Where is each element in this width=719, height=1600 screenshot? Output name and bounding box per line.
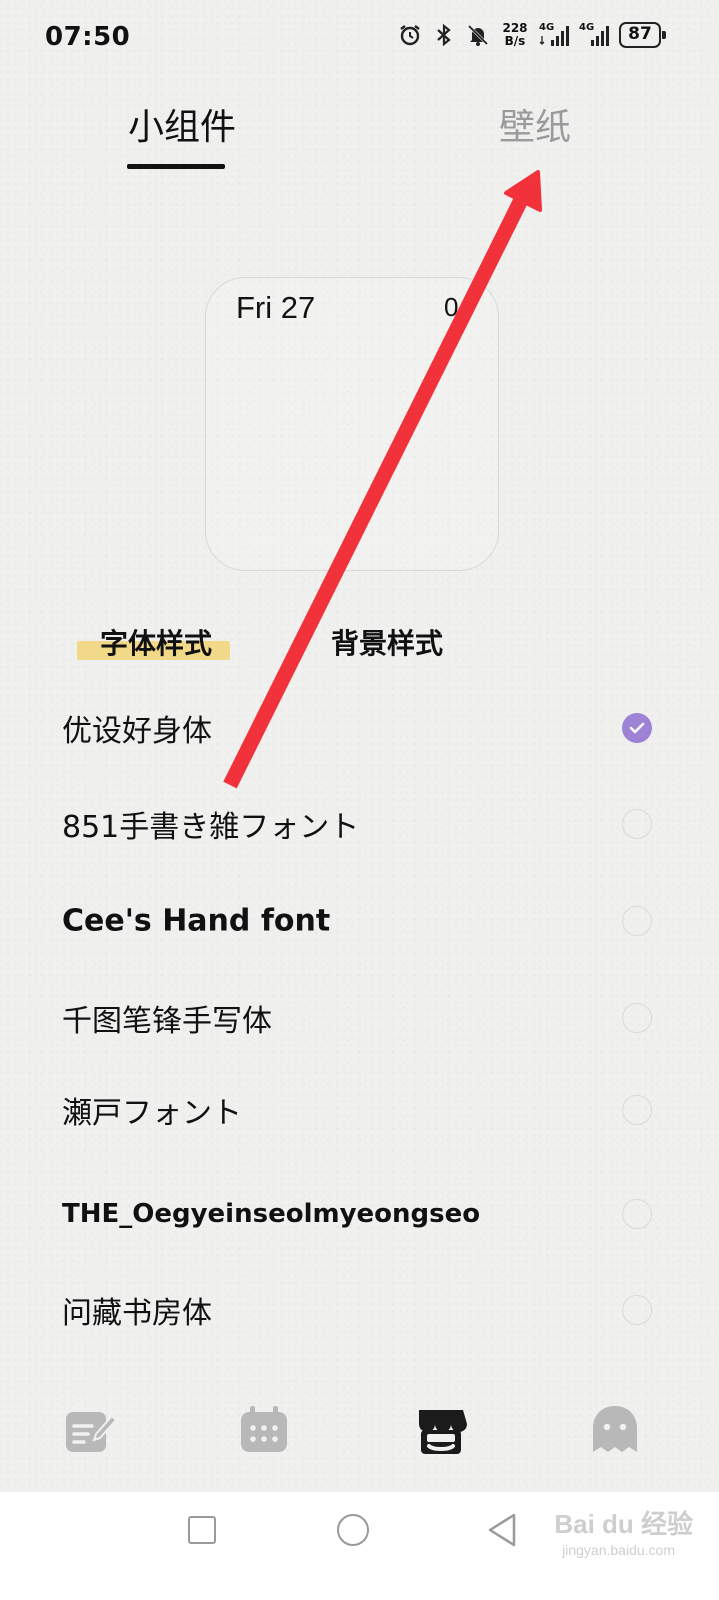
font-option[interactable]: 问藏书房体 (0, 1262, 719, 1358)
font-option-label: 优设好身体 (62, 714, 212, 749)
watermark-logo: Bai du 经验 (554, 1509, 693, 1539)
font-option[interactable]: Cee's Hand font (0, 873, 719, 969)
font-option-label: 851手書き雑フォント (62, 810, 360, 845)
tab-wallpaper[interactable]: 壁纸 (499, 98, 571, 150)
font-option-label: Cee's Hand font (62, 903, 331, 939)
widget-preview: Fri 27 0 (205, 277, 499, 571)
widget-number: 0 (444, 292, 459, 322)
font-option-label: 瀬戸フォント (62, 1096, 242, 1131)
font-option[interactable]: THE_Oegyeinseolmyeongseo (0, 1166, 719, 1262)
status-bar: 07:50 228 B/s 4G 4G 87 (0, 0, 719, 76)
radio-unchecked-icon[interactable] (622, 1095, 652, 1125)
radio-unchecked-icon[interactable] (622, 906, 652, 936)
font-option-label: THE_Oegyeinseolmyeongseo (62, 1199, 481, 1229)
bluetooth-icon (431, 20, 457, 50)
calendar-icon[interactable] (234, 1400, 294, 1460)
signal-icon: 4G (539, 20, 571, 50)
radio-unchecked-icon[interactable] (622, 1003, 652, 1033)
alarm-icon (397, 20, 423, 50)
home-button[interactable] (337, 1514, 369, 1546)
recent-apps-button[interactable] (188, 1516, 216, 1544)
back-button[interactable] (486, 1512, 518, 1552)
bottom-navigation (0, 1380, 719, 1490)
font-option[interactable]: 851手書き雑フォント (0, 776, 719, 872)
active-tab-indicator (127, 164, 225, 169)
mute-bell-icon (465, 20, 491, 50)
font-option[interactable]: 优设好身体 (0, 680, 719, 776)
note-edit-icon[interactable] (60, 1400, 120, 1460)
tab-background-style[interactable]: 背景样式 (331, 622, 443, 662)
radio-unchecked-icon[interactable] (622, 1199, 652, 1229)
status-icons: 228 B/s 4G 4G 87 (397, 20, 666, 50)
ghost-chat-icon[interactable] (585, 1400, 645, 1460)
network-speed-value: 228 (502, 21, 528, 35)
network-speed-unit: B/s (504, 34, 526, 48)
font-option[interactable]: 千图笔锋手写体 (0, 970, 719, 1066)
network-speed: 228 B/s (499, 22, 531, 48)
font-option-label: 问藏书房体 (62, 1296, 212, 1331)
radio-unchecked-icon[interactable] (622, 1295, 652, 1325)
battery-icon: 87 (619, 22, 666, 48)
signal-icon-sim2: 4G (579, 20, 611, 50)
status-time: 07:50 (45, 22, 131, 52)
font-option[interactable]: 瀬戸フォント (0, 1062, 719, 1158)
font-option-label: 千图笔锋手写体 (62, 1004, 272, 1039)
radio-unchecked-icon[interactable] (622, 809, 652, 839)
watermark-url: jingyan.baidu.com (562, 1542, 675, 1558)
radio-checked-icon[interactable] (622, 713, 652, 743)
store-icon[interactable] (411, 1400, 471, 1460)
tab-widgets[interactable]: 小组件 (128, 98, 236, 150)
system-navigation-bar: Bai du 经验 jingyan.baidu.com (0, 1492, 719, 1600)
widget-date: Fri 27 (236, 290, 316, 325)
tab-font-style[interactable]: 字体样式 (100, 622, 212, 662)
